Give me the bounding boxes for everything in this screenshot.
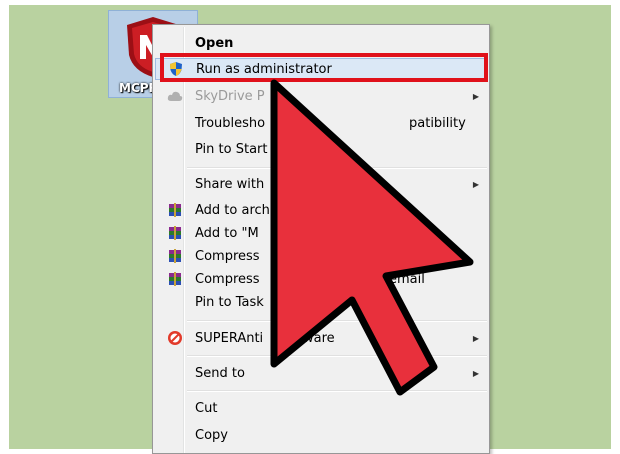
big-pointer-arrow-icon xyxy=(270,79,474,396)
